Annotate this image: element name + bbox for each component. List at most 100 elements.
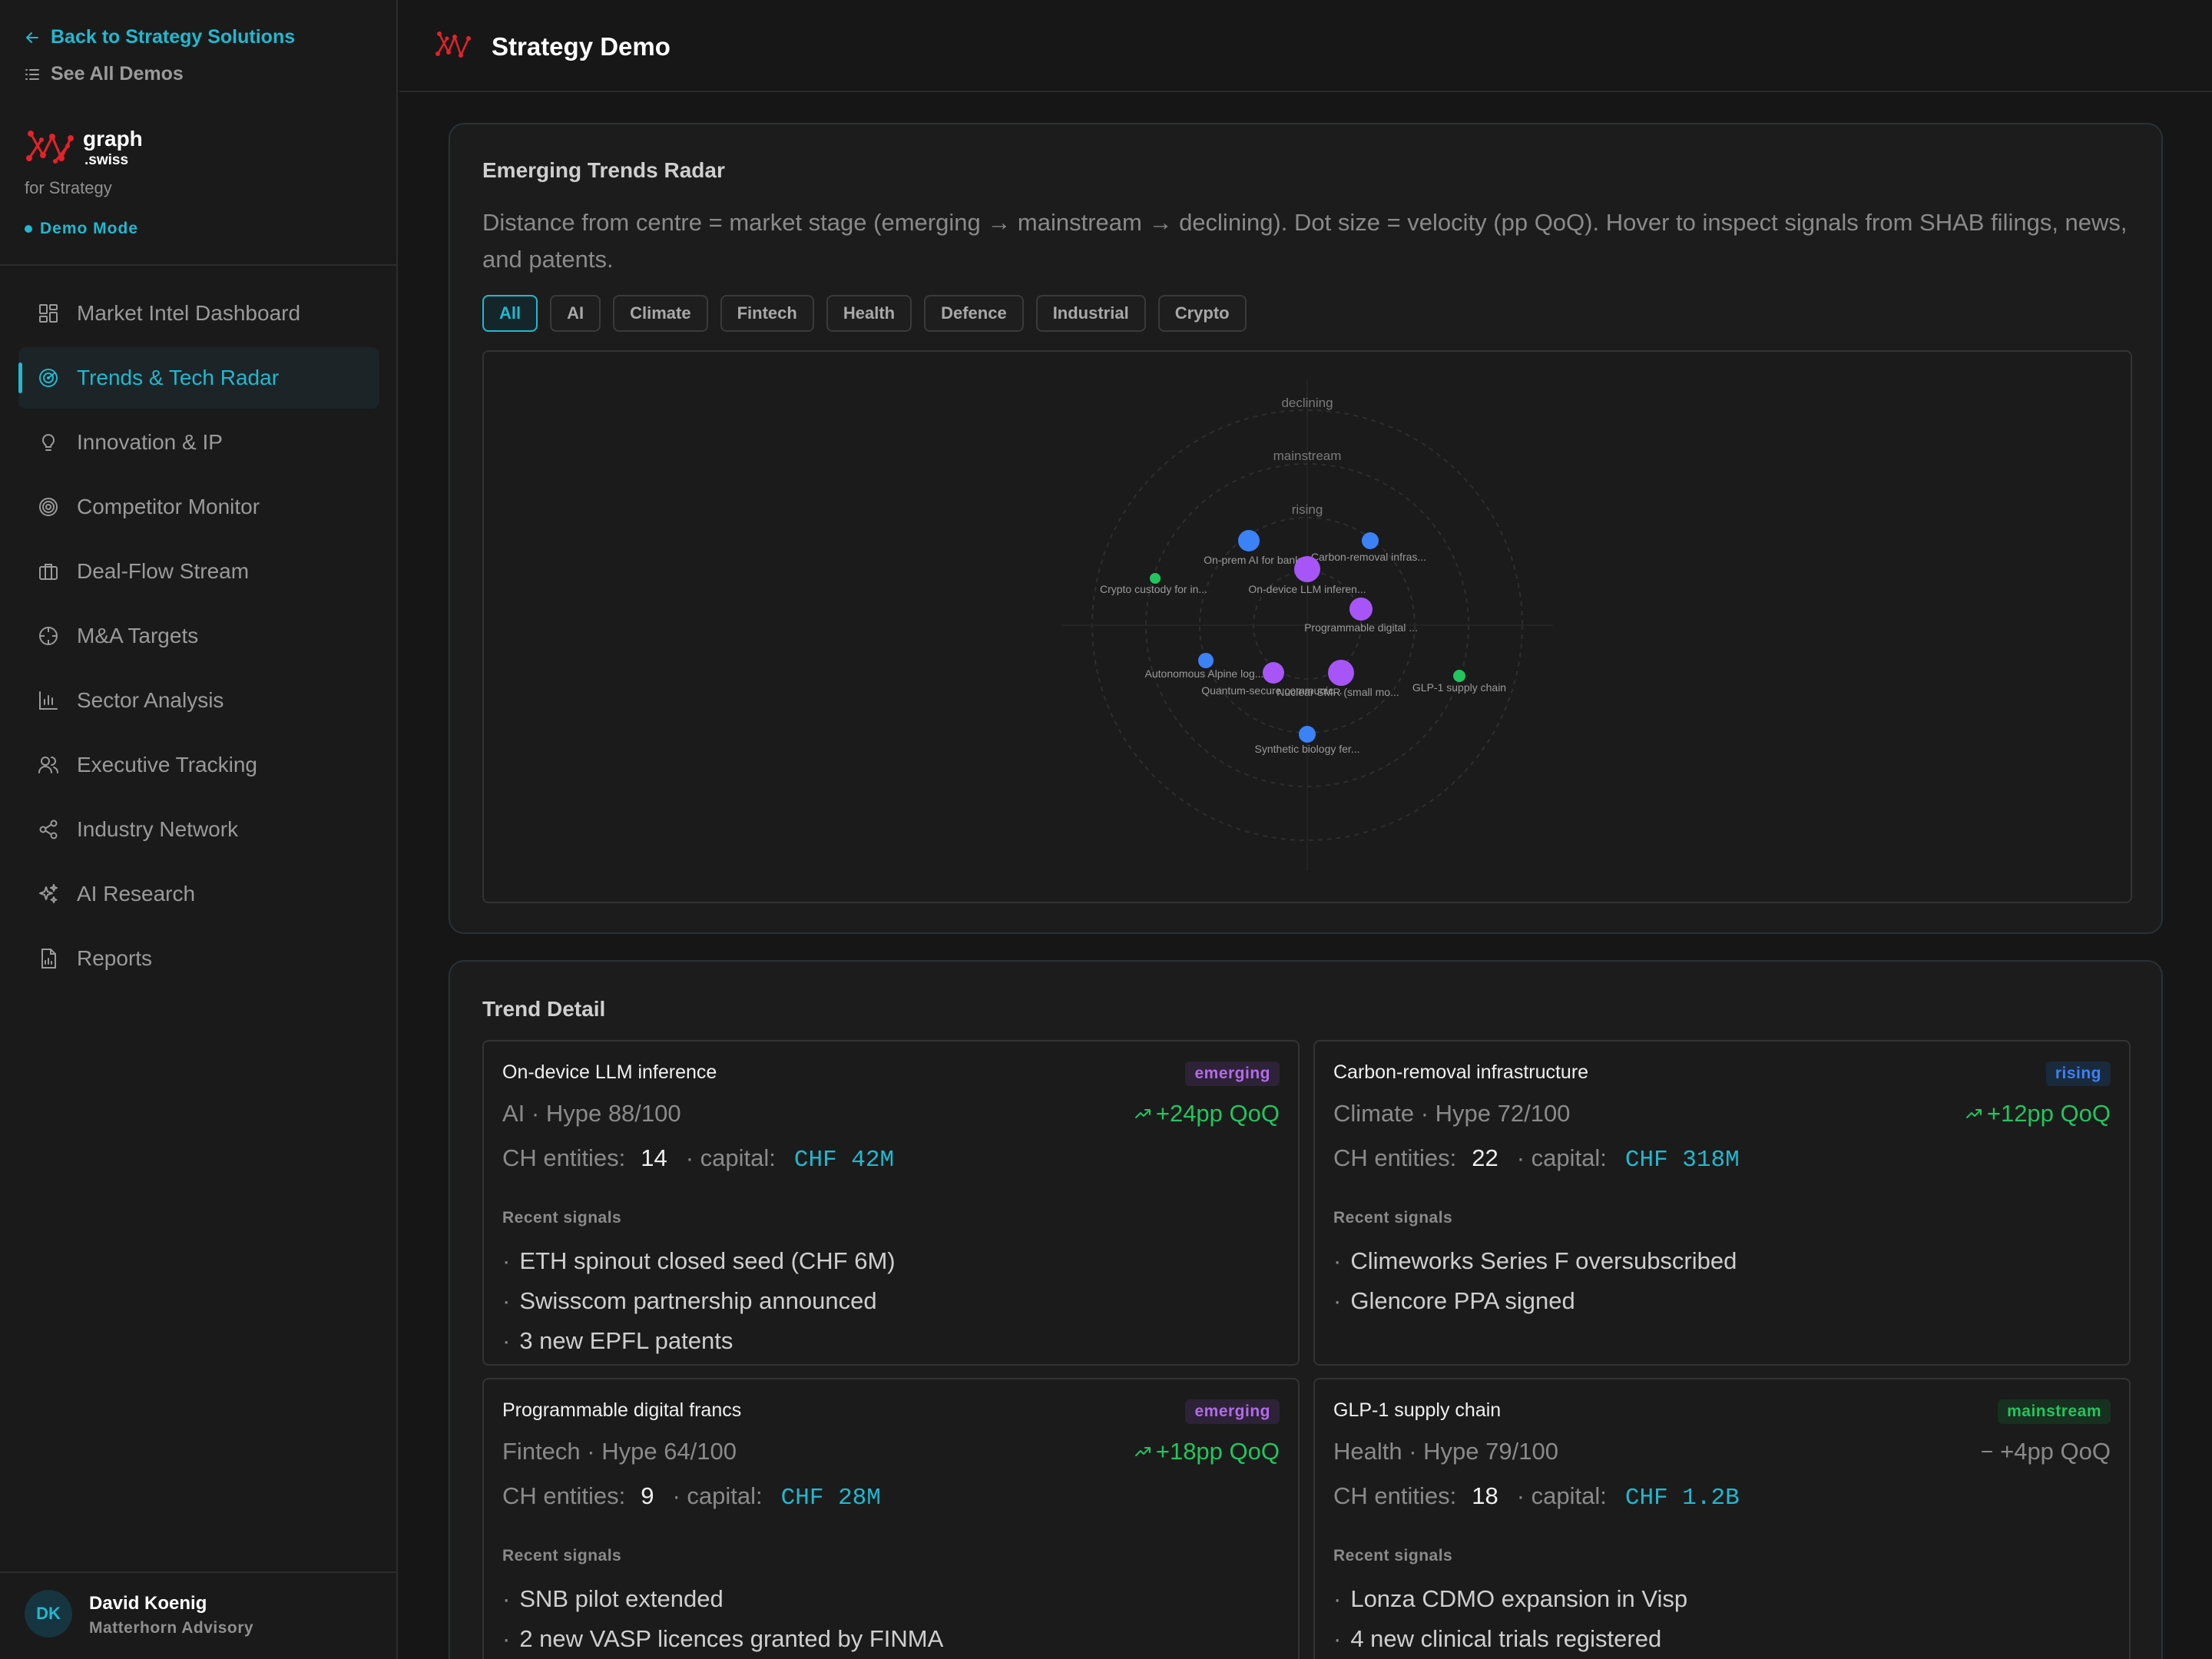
capital-value: CHF 318M — [1624, 1147, 1740, 1174]
nav-item-executive-tracking[interactable]: Executive Tracking — [18, 734, 379, 796]
nav-item-competitor-monitor[interactable]: Competitor Monitor — [18, 476, 379, 538]
radar-point-label: Synthetic biology fer... — [1255, 743, 1360, 755]
nav-item-reports[interactable]: Reports — [18, 928, 379, 989]
entities-count: 9 — [641, 1482, 654, 1509]
nav-item-label: Industry Network — [77, 817, 239, 841]
radar-point-rising[interactable] — [1238, 530, 1260, 551]
trend-detail-title: Trend Detail — [482, 997, 606, 1021]
trend-card-glp1-supply-chain[interactable]: GLP-1 supply chain mainstream Health · H… — [1313, 1378, 2131, 1659]
list-icon — [25, 68, 39, 80]
filter-chip-defence[interactable]: Defence — [924, 295, 1024, 332]
avatar: DK — [25, 1590, 72, 1637]
radar-point-label: Crypto custody for in... — [1100, 583, 1207, 595]
signal-item: Swisscom partnership announced — [502, 1281, 896, 1321]
nav-item-label: AI Research — [77, 882, 196, 906]
signals-list: ETH spinout closed seed (CHF 6M) Swissco… — [502, 1241, 896, 1361]
radar-point-label: Nuclear SMR (small mo... — [1277, 686, 1399, 698]
sidebar: Back to Strategy Solutions See All Demos… — [0, 0, 398, 1659]
capital-value: CHF 28M — [780, 1485, 881, 1512]
nav-item-innovation-ip[interactable]: Innovation & IP — [18, 412, 379, 473]
filter-chip-crypto[interactable]: Crypto — [1157, 295, 1247, 332]
brand-logo[interactable]: graph .swiss — [25, 124, 143, 171]
radar-point-label: On-prem AI for bank... — [1204, 554, 1310, 566]
radar-point-rising[interactable] — [1198, 653, 1214, 668]
trend-meta: AI · Hype 88/100 — [502, 1100, 681, 1127]
stage-badge: rising — [2045, 1061, 2111, 1086]
signal-item: 3 new EPFL patents — [502, 1321, 896, 1361]
nav-item-trends-tech-radar[interactable]: Trends & Tech Radar — [18, 347, 379, 409]
back-to-solutions-link[interactable]: Back to Strategy Solutions — [25, 26, 295, 48]
nav-item-label: Competitor Monitor — [77, 495, 260, 518]
user-organization: Matterhorn Advisory — [89, 1619, 254, 1637]
see-all-demos-link[interactable]: See All Demos — [25, 63, 184, 85]
trend-card-carbon-removal[interactable]: Carbon-removal infrastructure rising Cli… — [1313, 1040, 2131, 1366]
graph-logo-icon — [26, 131, 74, 164]
stage-badge: emerging — [1185, 1061, 1280, 1086]
brand-suffix: .swiss — [84, 151, 129, 168]
page-title: Strategy Demo — [492, 32, 671, 61]
trend-meta: Health · Hype 79/100 — [1333, 1438, 1558, 1465]
radar-point-rising[interactable] — [1299, 726, 1316, 743]
nav-item-label: Trends & Tech Radar — [77, 366, 280, 389]
filter-chip-all[interactable]: All — [482, 295, 538, 332]
radar-icon — [39, 369, 58, 387]
nav-item-ma-targets[interactable]: M&A Targets — [18, 605, 379, 667]
radar-point-label: Carbon-removal infras... — [1311, 551, 1426, 563]
entities-count: 22 — [1472, 1144, 1498, 1171]
filter-chip-health[interactable]: Health — [826, 295, 912, 332]
radar-point-emerging[interactable] — [1263, 662, 1284, 684]
trending-up-icon — [1134, 1447, 1151, 1456]
radar-point-mainstream[interactable] — [1150, 573, 1161, 584]
capital-label: · capital: — [1516, 1144, 1607, 1171]
entities-label: CH entities: — [1333, 1144, 1457, 1171]
signal-item: Climeworks Series F oversubscribed — [1333, 1241, 1737, 1281]
sidebar-divider — [0, 264, 398, 266]
user-profile[interactable]: DK David Koenig Matterhorn Advisory — [0, 1571, 398, 1659]
top-bar: Strategy Demo — [399, 0, 2212, 92]
trend-stats: CH entities: 22 · capital: CHF 318M — [1333, 1144, 1740, 1174]
radar-point-rising[interactable] — [1362, 532, 1379, 549]
trend-delta: +4pp QoQ — [1979, 1438, 2111, 1465]
dashboard-icon — [39, 304, 58, 323]
lightbulb-icon — [42, 434, 55, 451]
nav-item-deal-flow-stream[interactable]: Deal-Flow Stream — [18, 541, 379, 602]
entities-label: CH entities: — [1333, 1482, 1457, 1509]
radar-point-emerging[interactable] — [1328, 660, 1354, 686]
trend-name: On-device LLM inference — [502, 1061, 717, 1083]
filter-chip-ai[interactable]: AI — [550, 295, 601, 332]
nav-item-market-intel-dashboard[interactable]: Market Intel Dashboard — [18, 283, 379, 344]
capital-value: CHF 1.2B — [1624, 1485, 1740, 1512]
nav-item-ai-research[interactable]: AI Research — [18, 863, 379, 925]
demo-mode-indicator: Demo Mode — [25, 220, 138, 238]
radar-title: Emerging Trends Radar — [482, 158, 725, 182]
signal-item: SNB pilot extended — [502, 1579, 943, 1619]
filter-chip-fintech[interactable]: Fintech — [720, 295, 814, 332]
trend-stats: CH entities: 14 · capital: CHF 42M — [502, 1144, 894, 1174]
radar-point-emerging[interactable] — [1294, 556, 1320, 582]
back-link-label: Back to Strategy Solutions — [51, 26, 296, 48]
trend-card-digital-francs[interactable]: Programmable digital francs emerging Fin… — [482, 1378, 1300, 1659]
report-icon — [41, 949, 56, 969]
filter-chip-climate[interactable]: Climate — [613, 295, 708, 332]
signal-item: 4 new clinical trials registered — [1333, 1619, 1687, 1659]
trend-delta: +12pp QoQ — [1965, 1100, 2111, 1128]
bar-chart-icon — [39, 691, 58, 710]
target-icon — [39, 498, 58, 516]
trend-delta: +18pp QoQ — [1134, 1438, 1280, 1465]
trend-meta: Fintech · Hype 64/100 — [502, 1438, 737, 1465]
trend-card-on-device-llm[interactable]: On-device LLM inference emerging AI · Hy… — [482, 1040, 1300, 1366]
nav-item-label: Reports — [77, 946, 153, 970]
brand-tagline: for Strategy — [25, 178, 112, 197]
share-network-icon — [39, 820, 58, 839]
radar-point-mainstream[interactable] — [1453, 670, 1465, 682]
nav-item-industry-network[interactable]: Industry Network — [18, 799, 379, 860]
signal-item: ETH spinout closed seed (CHF 6M) — [502, 1241, 895, 1281]
trend-name: Programmable digital francs — [502, 1399, 742, 1421]
stage-badge: emerging — [1185, 1399, 1280, 1424]
radar-point-emerging[interactable] — [1349, 598, 1373, 621]
recent-signals-label: Recent signals — [502, 1547, 622, 1565]
entities-label: CH entities: — [502, 1482, 626, 1509]
recent-signals-label: Recent signals — [502, 1209, 622, 1227]
nav-item-sector-analysis[interactable]: Sector Analysis — [18, 670, 379, 731]
filter-chip-industrial[interactable]: Industrial — [1035, 295, 1146, 332]
